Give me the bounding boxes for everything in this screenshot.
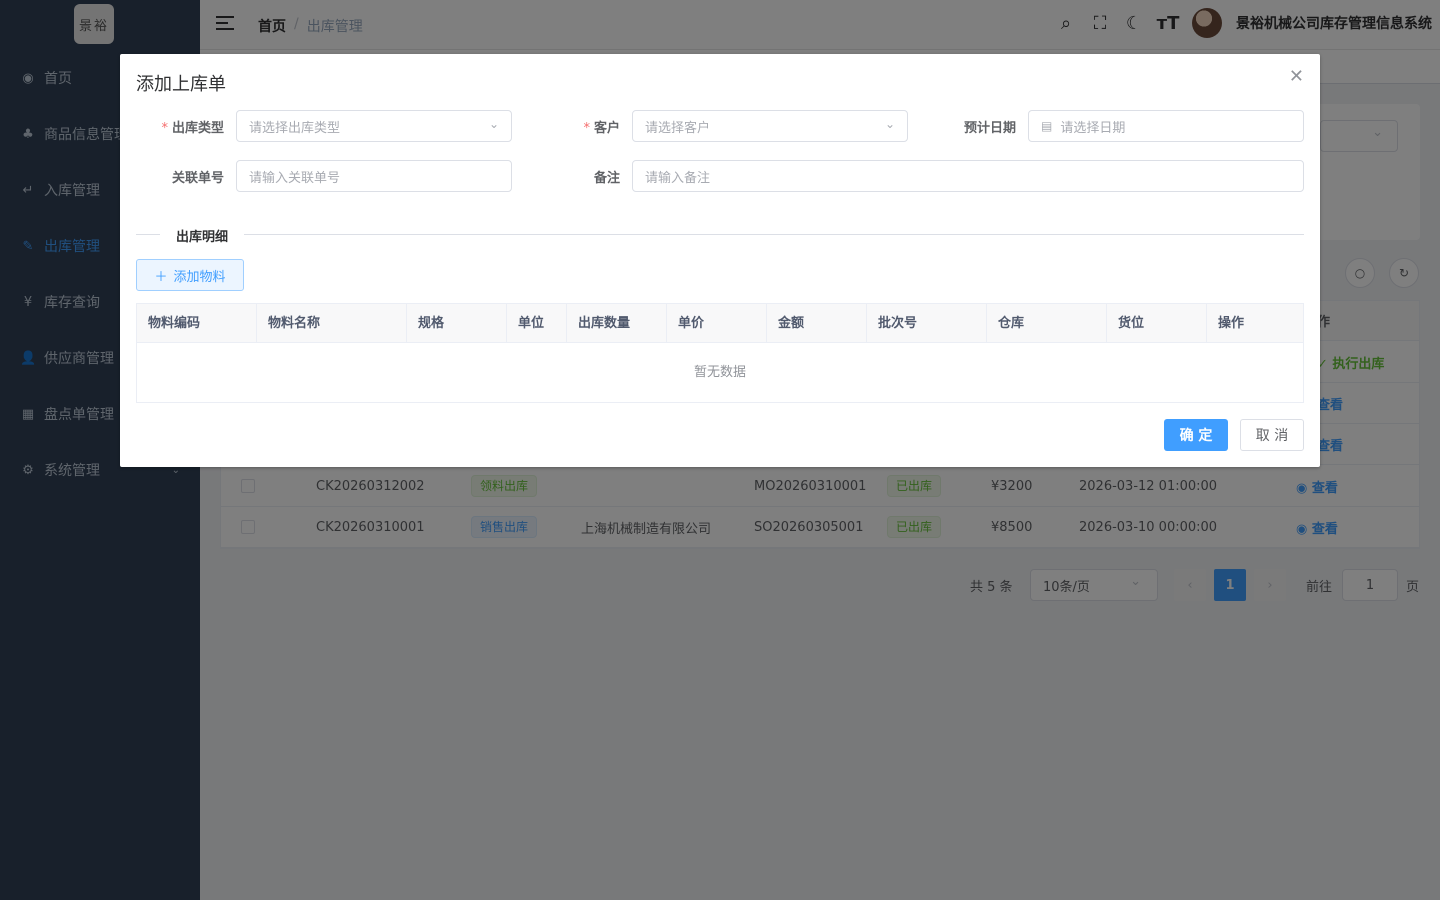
customer-label: * 客户 (583, 121, 620, 136)
th-material-name: 物料名称 (257, 304, 407, 343)
th-unit-price: 单价 (667, 304, 767, 343)
plus-icon: ＋ (154, 269, 168, 285)
section-title: 出库明细 (160, 226, 245, 245)
th-spec: 规格 (407, 304, 507, 343)
out-type-label: * 出库类型 (161, 121, 224, 136)
date-label: 预计日期 (963, 121, 1016, 136)
close-icon[interactable]: ✕ (1289, 66, 1304, 87)
remark-label: 备注 (593, 171, 620, 186)
empty-text: 暂无数据 (693, 365, 746, 380)
add-outbound-dialog: 添加上库单 ✕ * 出库类型 请选择出库类型 ⌄ * 客户 请选择客户 ⌄ 预计日期 ▤… (120, 54, 1320, 467)
related-label: 关联单号 (171, 171, 224, 186)
th-action: 操作 (1218, 316, 1245, 331)
calendar-icon: ▤ (1041, 119, 1053, 133)
detail-table: 物料编码 物料名称 规格 单位 出库数量 单价 金额 批次号 仓库 货位 操作 … (136, 303, 1304, 403)
date-picker[interactable]: ▤ 请选择日期 (1028, 110, 1304, 142)
th-location: 货位 (1107, 304, 1207, 343)
remark-input[interactable]: 请输入备注 (632, 160, 1304, 192)
th-warehouse: 仓库 (987, 304, 1107, 343)
chevron-down-icon: ⌄ (884, 117, 895, 131)
th-amount: 金额 (767, 304, 867, 343)
detail-table-header: 物料编码 物料名称 规格 单位 出库数量 单价 金额 批次号 仓库 货位 操作 (137, 304, 1303, 343)
customer-select[interactable]: 请选择客户 ⌄ (632, 110, 908, 142)
th-quantity: 出库数量 (567, 304, 667, 343)
th-unit: 单位 (507, 304, 567, 343)
out-type-select[interactable]: 请选择出库类型 ⌄ (236, 110, 512, 142)
th-material-code: 物料编码 (137, 304, 257, 343)
confirm-button[interactable]: 确 定 (1164, 419, 1228, 451)
th-batch: 批次号 (867, 304, 987, 343)
related-input[interactable]: 请输入关联单号 (236, 160, 512, 192)
dialog-title: 添加上库单 (136, 74, 226, 95)
cancel-button[interactable]: 取 消 (1240, 419, 1304, 451)
add-material-button[interactable]: ＋添加物料 (136, 259, 244, 291)
section-divider (136, 234, 1304, 235)
chevron-down-icon: ⌄ (488, 117, 499, 131)
